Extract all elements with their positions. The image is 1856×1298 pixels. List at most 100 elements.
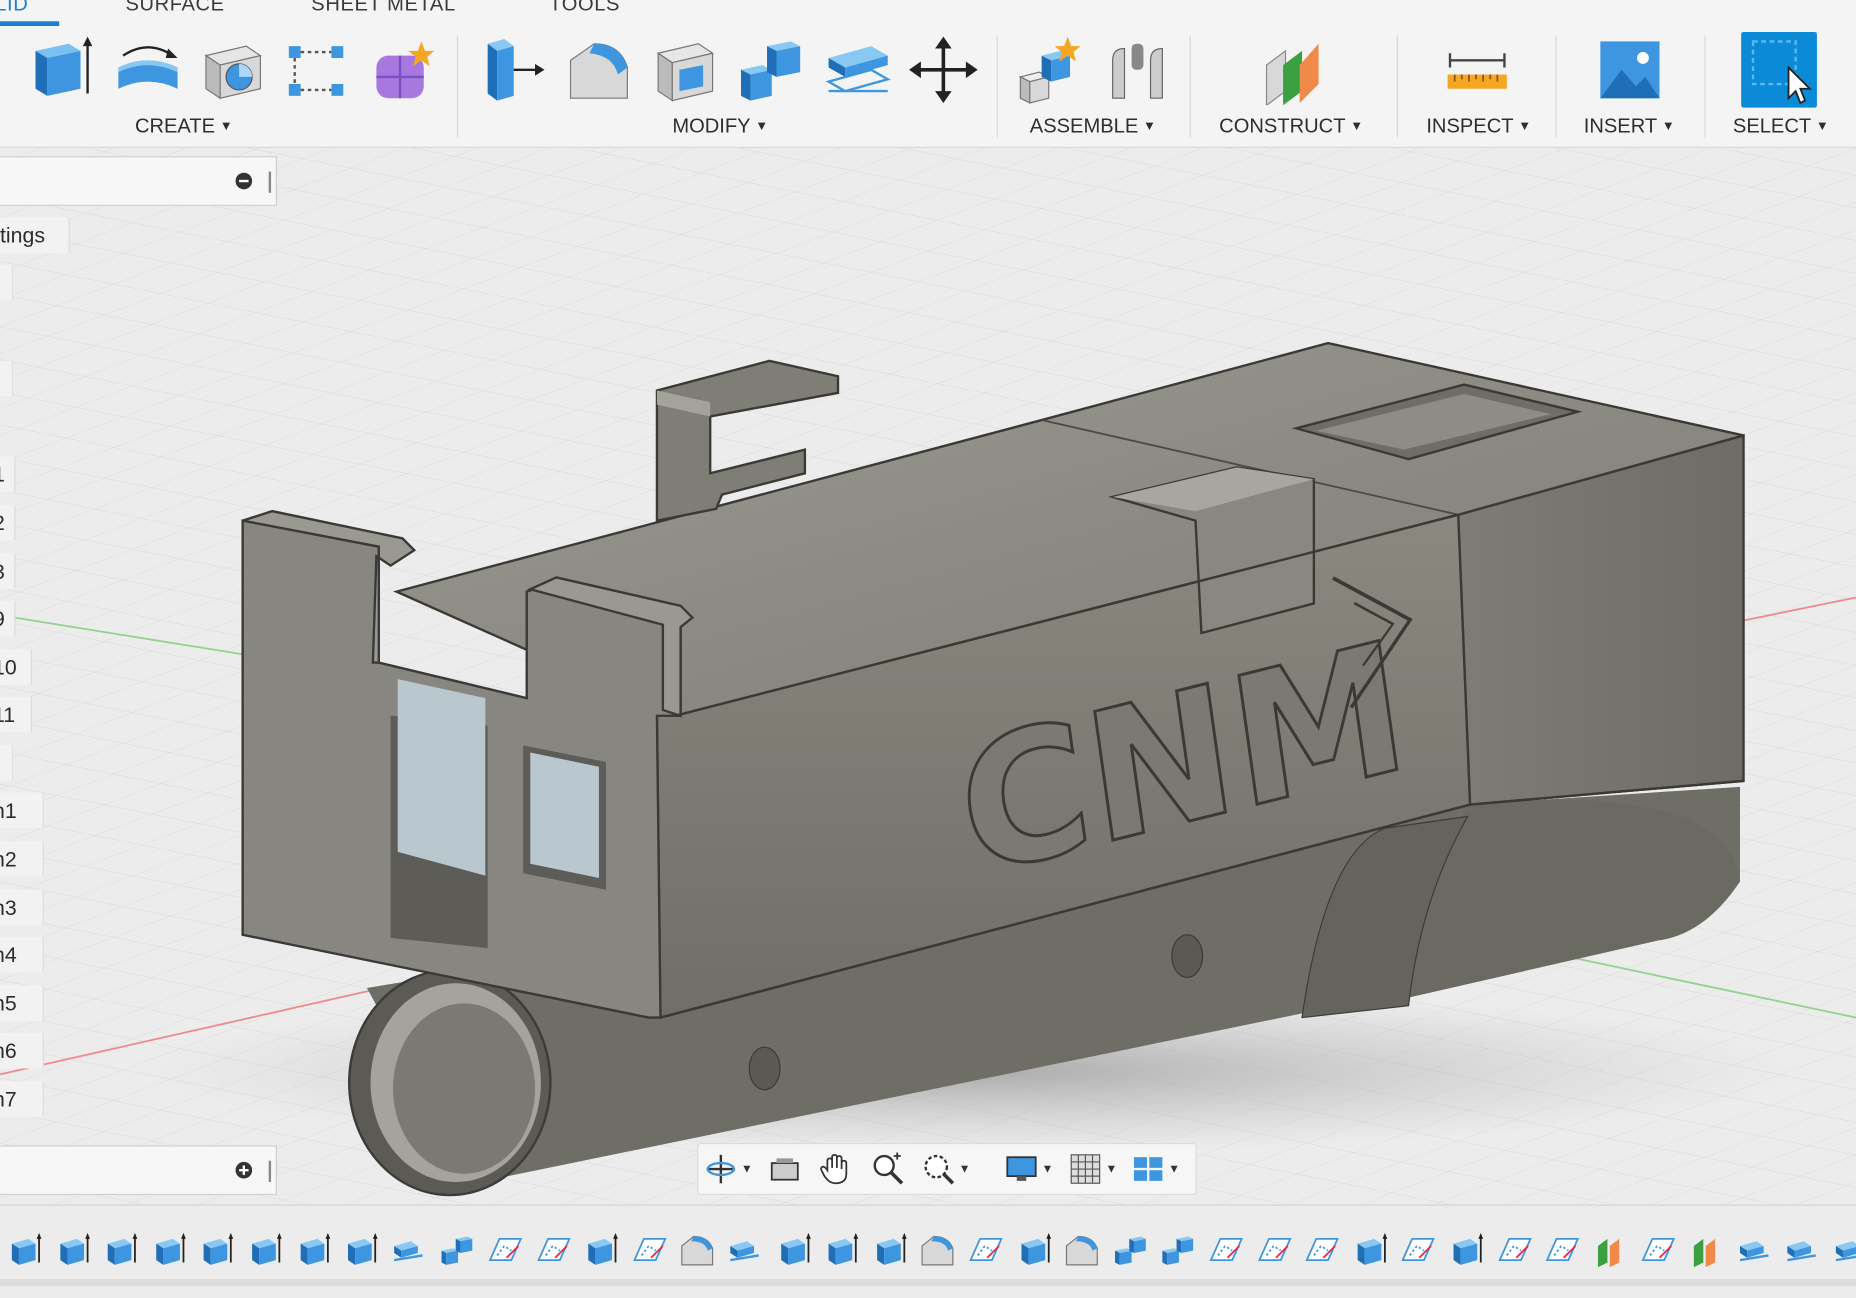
- timeline-feature-split[interactable]: [1785, 1232, 1821, 1267]
- timeline-feature-split[interactable]: [728, 1232, 764, 1267]
- new-sketch-button[interactable]: [0, 33, 9, 106]
- timeline-feature-split[interactable]: [1737, 1232, 1773, 1267]
- assemble-menu[interactable]: ASSEMBLE ▼: [1030, 115, 1156, 139]
- timeline-feature-sketch[interactable]: [1545, 1232, 1581, 1267]
- fit-button[interactable]: ▼: [921, 1151, 970, 1186]
- timeline-feature-extrude[interactable]: [151, 1232, 187, 1267]
- revolve-button[interactable]: [114, 33, 183, 106]
- inspect-menu[interactable]: INSPECT ▼: [1426, 115, 1531, 139]
- browser-item[interactable]: n6: [0, 1032, 44, 1069]
- create-form-button[interactable]: [369, 33, 438, 106]
- look-at-button[interactable]: [767, 1151, 803, 1186]
- browser-item[interactable]: n3: [0, 889, 44, 926]
- timeline-feature-extrude[interactable]: [103, 1232, 139, 1267]
- expand-icon[interactable]: [235, 1161, 253, 1179]
- timeline-feature-split[interactable]: [392, 1232, 428, 1267]
- timeline-feature-fillet[interactable]: [1064, 1232, 1100, 1267]
- timeline-feature-extrude[interactable]: [872, 1232, 908, 1267]
- pan-button[interactable]: [817, 1151, 853, 1186]
- browser-item[interactable]: 10: [0, 649, 32, 686]
- timeline-feature-extrude[interactable]: [247, 1232, 283, 1267]
- browser-item[interactable]: 1: [0, 456, 16, 493]
- timeline-feature-plane[interactable]: [1593, 1232, 1629, 1268]
- select-menu[interactable]: SELECT ▼: [1733, 115, 1829, 139]
- timeline-feature-extrude[interactable]: [199, 1232, 235, 1267]
- browser-item[interactable]: n2: [0, 841, 44, 877]
- fillet-button[interactable]: [566, 33, 635, 106]
- extrude-button[interactable]: [26, 33, 95, 106]
- viewports-button[interactable]: ▼: [1130, 1151, 1180, 1186]
- measure-button[interactable]: [1443, 33, 1512, 106]
- insert-menu[interactable]: INSERT ▼: [1584, 115, 1675, 139]
- display-settings-button[interactable]: ▼: [1004, 1151, 1053, 1186]
- shell-button[interactable]: [651, 33, 720, 106]
- timeline-feature-extrude[interactable]: [7, 1232, 43, 1267]
- zoom-button[interactable]: [870, 1151, 906, 1186]
- tab-tools[interactable]: TOOLS: [549, 0, 620, 17]
- timeline-feature-extrude[interactable]: [824, 1232, 860, 1267]
- modify-menu[interactable]: MODIFY ▼: [672, 115, 768, 139]
- browser-item[interactable]: 3: [0, 553, 16, 590]
- joint-button[interactable]: [1103, 33, 1172, 106]
- comments-panel-header[interactable]: [0, 1145, 277, 1196]
- timeline-feature-plane[interactable]: [1689, 1232, 1725, 1268]
- browser-item[interactable]: n4: [0, 937, 44, 973]
- orbit-button[interactable]: ▼: [703, 1151, 753, 1186]
- new-component-button[interactable]: [1016, 33, 1085, 106]
- timeline-feature-split[interactable]: [1833, 1232, 1856, 1267]
- browser-item[interactable]: n1: [0, 792, 44, 829]
- browser-item-stub[interactable]: [0, 360, 14, 397]
- timeline-feature-sketch[interactable]: [488, 1232, 524, 1267]
- model-canvas[interactable]: CNM: [0, 147, 1856, 1207]
- tab-sheet-metal[interactable]: SHEET METAL: [311, 0, 455, 17]
- browser-item-settings[interactable]: tings: [0, 217, 70, 254]
- insert-canvas-button[interactable]: [1596, 33, 1665, 106]
- combine-button[interactable]: [736, 33, 805, 106]
- timeline-feature-sketch[interactable]: [1305, 1232, 1341, 1267]
- browser-item-stub[interactable]: [0, 745, 14, 781]
- browser-item[interactable]: n7: [0, 1081, 44, 1117]
- timeline-feature-sketch[interactable]: [536, 1232, 572, 1267]
- timeline-feature-combine[interactable]: [1112, 1232, 1148, 1267]
- panel-grip-icon[interactable]: [268, 171, 272, 193]
- browser-item[interactable]: 2: [0, 505, 16, 541]
- browser-item-stub[interactable]: [0, 265, 14, 301]
- timeline-feature-sketch[interactable]: [632, 1232, 668, 1267]
- timeline-feature-sketch[interactable]: [968, 1232, 1004, 1267]
- panel-grip-icon[interactable]: [268, 1160, 272, 1183]
- timeline-feature-sketch[interactable]: [1497, 1232, 1533, 1267]
- timeline-feature-extrude[interactable]: [1353, 1232, 1389, 1267]
- timeline-feature-fillet[interactable]: [680, 1232, 716, 1267]
- press-pull-button[interactable]: [478, 33, 547, 106]
- timeline-feature-extrude[interactable]: [776, 1232, 812, 1267]
- tab-surface[interactable]: SURFACE: [125, 0, 224, 17]
- 3d-viewport[interactable]: CNM: [0, 147, 1856, 1207]
- select-button[interactable]: [1741, 31, 1817, 108]
- browser-item[interactable]: 9: [0, 601, 16, 637]
- timeline-feature-fillet[interactable]: [920, 1232, 956, 1267]
- tab-solid[interactable]: LID: [0, 0, 28, 17]
- timeline-feature-combine[interactable]: [1160, 1232, 1196, 1267]
- move-copy-button[interactable]: [909, 33, 978, 106]
- offset-plane-button[interactable]: [1262, 33, 1331, 106]
- browser-item[interactable]: 11: [0, 696, 32, 733]
- create-menu[interactable]: CREATE ▼: [135, 115, 233, 139]
- timeline-feature-extrude[interactable]: [1016, 1232, 1052, 1267]
- pattern-button[interactable]: [282, 33, 351, 106]
- timeline-feature-extrude[interactable]: [1449, 1232, 1485, 1267]
- timeline-feature-extrude[interactable]: [343, 1232, 379, 1267]
- timeline-feature-sketch[interactable]: [1401, 1232, 1437, 1267]
- browser-panel-header[interactable]: [0, 156, 277, 206]
- hole-button[interactable]: [199, 33, 268, 106]
- grid-settings-button[interactable]: ▼: [1068, 1151, 1117, 1186]
- construct-menu[interactable]: CONSTRUCT ▼: [1219, 115, 1363, 139]
- offset-face-button[interactable]: [824, 33, 893, 106]
- timeline-feature-sketch[interactable]: [1641, 1232, 1677, 1267]
- timeline-feature-extrude[interactable]: [295, 1232, 331, 1267]
- timeline-feature-sketch[interactable]: [1257, 1232, 1293, 1267]
- browser-item[interactable]: n5: [0, 985, 44, 1022]
- collapse-icon[interactable]: [235, 172, 253, 190]
- timeline-feature-extrude[interactable]: [55, 1232, 91, 1267]
- timeline-feature-combine[interactable]: [440, 1232, 476, 1267]
- timeline-feature-extrude[interactable]: [584, 1232, 620, 1267]
